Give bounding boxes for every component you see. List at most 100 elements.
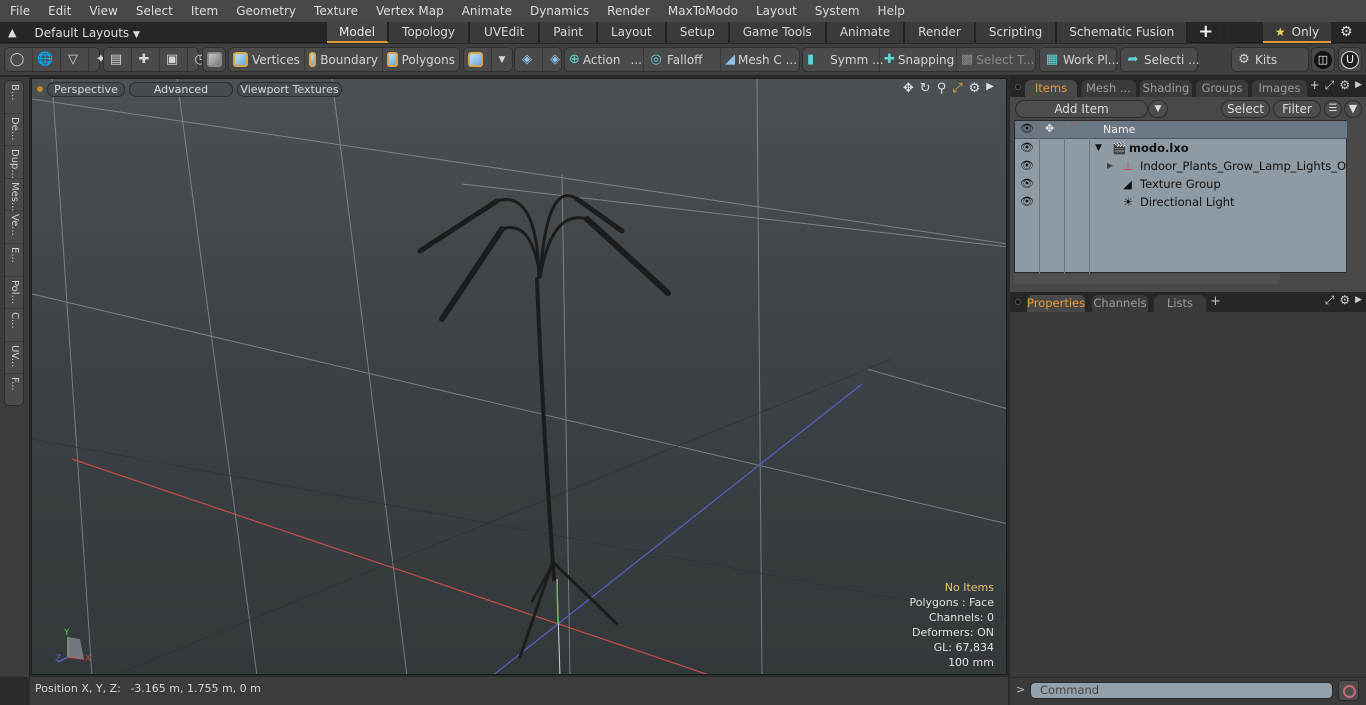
expand-right-icon[interactable]: ▶ xyxy=(986,81,994,96)
only-toggle[interactable]: ★ Only xyxy=(1263,22,1331,43)
add-tab-icon[interactable]: + xyxy=(1310,78,1320,93)
kits-button[interactable]: ⚙ Kits xyxy=(1231,47,1309,72)
maximize-icon[interactable]: ⤢ xyxy=(1325,78,1335,93)
snapping-button[interactable]: ✚ Snapping xyxy=(880,48,957,71)
sphere-tool-button[interactable]: ◯ xyxy=(5,48,33,71)
tab-shading[interactable]: Shading xyxy=(1140,80,1192,97)
viewport-menu-dot[interactable] xyxy=(37,86,43,92)
vertices-button[interactable]: Vertices xyxy=(229,48,305,71)
tab-animate[interactable]: Animate xyxy=(826,22,906,43)
tab-setup[interactable]: Setup xyxy=(666,22,730,43)
collapse-icon[interactable]: ▲ xyxy=(8,26,16,39)
select-through-button[interactable]: ▩ Select T... xyxy=(957,48,1035,71)
menu-maxtomodo[interactable]: MaxToModo xyxy=(658,0,746,22)
menu-geometry[interactable]: Geometry xyxy=(226,0,304,22)
tab-schematic-fusion[interactable]: Schematic Fusion xyxy=(1057,22,1189,43)
name-column-header[interactable]: Name xyxy=(1103,123,1135,136)
tool-tab-mesh-edit[interactable]: Mes... xyxy=(5,179,23,212)
eye-icon[interactable]: 👁 xyxy=(1020,175,1034,193)
menu-file[interactable]: File xyxy=(0,0,38,22)
pan-icon[interactable]: ✥ xyxy=(903,81,914,96)
tab-channels[interactable]: Channels xyxy=(1092,295,1148,312)
select-button[interactable]: Select xyxy=(1221,100,1270,118)
tab-layout[interactable]: Layout xyxy=(597,22,667,43)
frame-tool-button[interactable]: ▣ xyxy=(160,48,188,71)
action-center-button[interactable]: ⊕ Action... xyxy=(565,48,644,71)
rotate-icon[interactable]: ↻ xyxy=(920,81,931,96)
expand-right-icon[interactable]: ▶ xyxy=(1355,293,1362,308)
filter-funnel-button[interactable]: ▼ xyxy=(1344,100,1362,118)
zoom-icon[interactable]: ⚲ xyxy=(937,81,947,96)
material-dropdown-button[interactable]: ▼ xyxy=(492,48,512,71)
layouts-dropdown[interactable]: Default Layouts ▼ xyxy=(34,26,139,40)
viewport-3d[interactable]: Y X Z Perspective Advanced Viewport Text… xyxy=(31,78,1007,675)
tab-scripting[interactable]: Scripting xyxy=(975,22,1058,43)
panel-menu-dot[interactable] xyxy=(1015,299,1021,305)
tree-vertical-scrollbar[interactable] xyxy=(1347,120,1361,273)
tree-row[interactable]: 👁 ☀ Directional Light xyxy=(1015,193,1348,211)
gear-icon[interactable]: ⚙ xyxy=(1340,24,1353,40)
menu-dynamics[interactable]: Dynamics xyxy=(520,0,597,22)
items-mode-button[interactable] xyxy=(202,47,226,72)
tool-tab-deform[interactable]: De... xyxy=(5,114,23,147)
tab-render[interactable]: Render xyxy=(905,22,976,43)
mesh-constraint-button[interactable]: ◢ Mesh C ... xyxy=(721,48,799,71)
tree-row[interactable]: 👁 ▶ ⊥ Indoor_Plants_Grow_Lamp_Lights_Off xyxy=(1015,157,1354,175)
falloff-button[interactable]: ◎ Falloff xyxy=(644,48,721,71)
menu-texture[interactable]: Texture xyxy=(304,0,366,22)
selection-sets-button[interactable]: ➦ Selecti ... xyxy=(1120,47,1200,72)
filter-button[interactable]: Filter xyxy=(1273,100,1321,118)
eye-icon[interactable]: 👁 xyxy=(1020,193,1034,211)
textures-dropdown[interactable]: Viewport Textures xyxy=(237,82,342,97)
tool-tab-polygon[interactable]: Pol... xyxy=(5,277,23,310)
tab-lists[interactable]: Lists xyxy=(1154,295,1206,312)
menu-animate[interactable]: Animate xyxy=(452,0,520,22)
tree-row[interactable]: 👁 ◢ Texture Group xyxy=(1015,175,1348,193)
maximize-icon[interactable]: ⤢ xyxy=(952,81,962,96)
tab-groups[interactable]: Groups xyxy=(1196,80,1248,97)
tool-tab-fusion[interactable]: F... xyxy=(5,374,23,407)
tool-tab-uv[interactable]: UV... xyxy=(5,342,23,375)
expand-triangle-icon[interactable]: ▶ xyxy=(1107,157,1113,175)
menu-view[interactable]: View xyxy=(79,0,125,22)
tab-uvedit[interactable]: UVEdit xyxy=(470,22,541,43)
tool-tab-curve[interactable]: C... xyxy=(5,309,23,342)
record-macro-button[interactable] xyxy=(1338,680,1359,701)
tool-tab-vertex[interactable]: Ve... xyxy=(5,211,23,244)
tool-tab-edge[interactable]: E... xyxy=(5,244,23,277)
shading-dropdown[interactable]: Advanced xyxy=(129,82,233,97)
visibility-column-icon[interactable]: 👁 xyxy=(1020,122,1034,135)
boundary-button[interactable]: Boundary xyxy=(305,48,383,71)
tab-mesh[interactable]: Mesh ... xyxy=(1081,80,1136,97)
menu-edit[interactable]: Edit xyxy=(38,0,79,22)
work-plane-button[interactable]: ▦ Work Pl... xyxy=(1039,47,1119,72)
tab-topology[interactable]: Topology xyxy=(389,22,471,43)
collapse-triangle-icon[interactable]: ▼ xyxy=(1095,139,1102,157)
expand-right-icon[interactable]: ▶ xyxy=(1355,78,1362,93)
pen-tool-button[interactable]: ▽ xyxy=(61,48,89,71)
globe-tool-button[interactable]: 🌐 xyxy=(33,48,61,71)
gear-icon[interactable]: ⚙ xyxy=(1339,78,1350,93)
tab-images[interactable]: Images xyxy=(1252,80,1307,97)
add-item-dropdown[interactable]: ▼ xyxy=(1148,100,1168,118)
tab-game-tools[interactable]: Game Tools xyxy=(729,22,827,43)
tool-tab-basic[interactable]: B... xyxy=(5,81,23,114)
menu-help[interactable]: Help xyxy=(868,0,913,22)
tool-tab-duplicate[interactable]: Dup... xyxy=(5,146,23,179)
tree-horizontal-scrollbar[interactable] xyxy=(1014,274,1280,284)
add-panel-tab-button[interactable]: + xyxy=(1210,294,1221,309)
eye-icon[interactable]: 👁 xyxy=(1020,157,1034,175)
tab-properties[interactable]: Properties xyxy=(1027,295,1085,312)
command-input[interactable]: Command xyxy=(1030,682,1333,699)
add-item-button[interactable]: Add Item xyxy=(1015,100,1148,118)
symmetry-button[interactable]: ▮ Symm ... xyxy=(803,48,884,71)
add-tab-button[interactable]: + xyxy=(1188,22,1226,43)
panel-menu-dot[interactable] xyxy=(1015,84,1021,90)
menu-layout[interactable]: Layout xyxy=(746,0,805,22)
gear-icon[interactable]: ⚙ xyxy=(1339,293,1350,308)
unity-button[interactable]: ◫ xyxy=(1311,47,1335,72)
polygons-button[interactable]: Polygons xyxy=(383,48,459,71)
menu-select[interactable]: Select xyxy=(126,0,181,22)
eye-icon[interactable]: 👁 xyxy=(1020,139,1034,157)
tab-items[interactable]: Items xyxy=(1025,80,1077,97)
